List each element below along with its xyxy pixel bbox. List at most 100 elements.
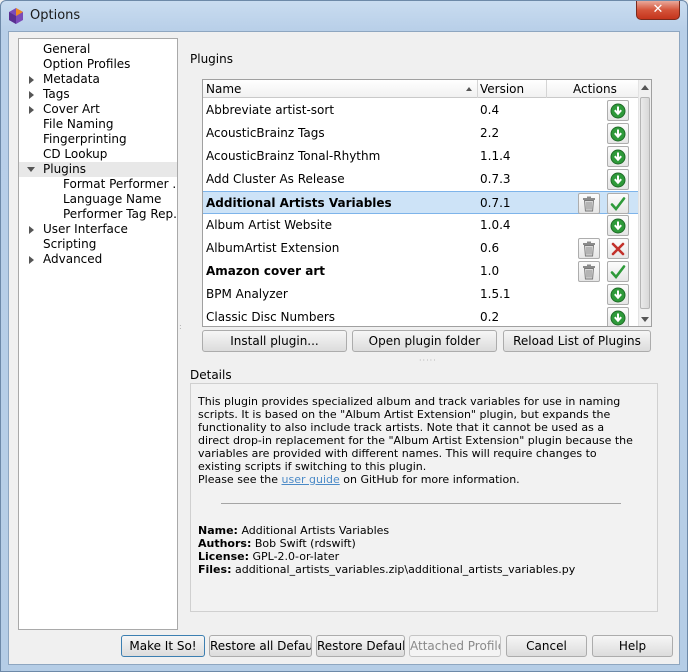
plugin-row[interactable]: Amazon cover art 1.0 bbox=[203, 260, 638, 283]
help-button[interactable]: Help bbox=[592, 635, 673, 657]
download-icon bbox=[610, 287, 626, 306]
details-panel: This plugin provides specialized album a… bbox=[190, 383, 658, 612]
plugin-name: AlbumArtist Extension bbox=[206, 241, 340, 255]
plugin-name: BPM Analyzer bbox=[206, 287, 288, 301]
trash-icon bbox=[582, 196, 596, 215]
cross-icon bbox=[610, 241, 626, 260]
plugin-row[interactable]: Classic Disc Numbers 0.2 bbox=[203, 306, 638, 326]
tree-item-label: Fingerprinting bbox=[43, 132, 127, 146]
table-header: Name Version Actions bbox=[203, 80, 638, 98]
tree-item-label: File Naming bbox=[43, 117, 114, 131]
attached-profiles-button: Attached Profiles bbox=[409, 635, 501, 657]
details-section-label: Details bbox=[190, 368, 232, 382]
options-window: Options ✕ General Option Profiles Metadata… bbox=[0, 0, 688, 672]
column-header-name[interactable]: Name bbox=[203, 80, 477, 98]
download-icon bbox=[610, 126, 626, 145]
plugin-row[interactable]: Additional Artists Variables 0.7.1 bbox=[203, 191, 638, 214]
meta-license: License: GPL-2.0-or-later bbox=[198, 550, 339, 563]
restore-all-defaults-button[interactable]: Restore all Defaults bbox=[209, 635, 312, 657]
tree-item-label: User Interface bbox=[43, 222, 128, 236]
cancel-button[interactable]: Cancel bbox=[506, 635, 587, 657]
restore-defaults-button[interactable]: Restore Defaults bbox=[316, 635, 405, 657]
meta-authors-value: Bob Swift (rdswift) bbox=[251, 537, 356, 550]
download-icon bbox=[610, 218, 626, 237]
plugin-row[interactable]: Abbreviate artist-sort 0.4 bbox=[203, 99, 638, 122]
plugin-version: 1.1.4 bbox=[480, 149, 511, 163]
collapse-arrow-icon[interactable] bbox=[29, 106, 34, 114]
user-guide-link[interactable]: user guide bbox=[282, 473, 340, 486]
plugin-row[interactable]: AcousticBrainz Tags 2.2 bbox=[203, 122, 638, 145]
enable-plugin-button[interactable] bbox=[607, 238, 629, 259]
collapse-arrow-icon[interactable] bbox=[29, 91, 34, 99]
window-title: Options bbox=[30, 8, 81, 23]
column-header-actions[interactable]: Actions bbox=[570, 80, 638, 98]
tree-item-label: Tags bbox=[43, 87, 70, 101]
options-tree[interactable]: General Option Profiles Metadata Tags Cover … bbox=[18, 38, 178, 630]
meta-name-value: Additional Artists Variables bbox=[237, 524, 390, 537]
plugin-row[interactable]: AcousticBrainz Tonal-Rhythm 1.1.4 bbox=[203, 145, 638, 168]
meta-authors: Authors: Bob Swift (rdswift) bbox=[198, 537, 356, 550]
tree-item-plugins[interactable]: Plugins bbox=[19, 162, 177, 177]
plugin-version: 0.7.1 bbox=[480, 196, 511, 210]
collapse-arrow-icon[interactable] bbox=[29, 226, 34, 234]
close-button[interactable]: ✕ bbox=[636, 1, 680, 20]
make-it-so-button[interactable]: Make It So! bbox=[121, 635, 205, 657]
download-icon bbox=[610, 172, 626, 191]
title-bar[interactable]: Options ✕ bbox=[1, 1, 687, 31]
uninstall-trash-button[interactable] bbox=[578, 261, 600, 282]
scrollbar-thumb[interactable] bbox=[640, 97, 650, 309]
reload-plugins-button[interactable]: Reload List of Plugins bbox=[503, 330, 651, 352]
install-plugin-row-button[interactable] bbox=[607, 146, 629, 167]
uninstall-trash-button[interactable] bbox=[578, 238, 600, 259]
install-plugin-row-button[interactable] bbox=[607, 307, 629, 326]
plugin-name: Abbreviate artist-sort bbox=[206, 103, 335, 117]
plugin-version: 1.0.4 bbox=[480, 218, 511, 232]
disable-plugin-button[interactable] bbox=[607, 261, 629, 282]
install-plugin-row-button[interactable] bbox=[607, 123, 629, 144]
plugin-row[interactable]: AlbumArtist Extension 0.6 bbox=[203, 237, 638, 260]
plugin-row[interactable]: Album Artist Website 1.0.4 bbox=[203, 214, 638, 237]
tree-item-label: Performer Tag Rep... bbox=[63, 207, 178, 221]
tree-item-label: Option Profiles bbox=[43, 57, 131, 71]
tree-splitter-handle[interactable]: : bbox=[179, 322, 183, 331]
plugin-name: AcousticBrainz Tags bbox=[206, 126, 325, 140]
plugin-row[interactable]: Add Cluster As Release 0.7.3 bbox=[203, 168, 638, 191]
meta-name-label: Name: bbox=[198, 524, 238, 537]
collapse-arrow-icon[interactable] bbox=[29, 256, 34, 264]
column-header-version[interactable]: Version bbox=[477, 80, 545, 98]
plugins-vertical-scrollbar[interactable] bbox=[638, 80, 651, 326]
download-icon bbox=[610, 310, 626, 326]
trash-icon bbox=[582, 264, 596, 283]
open-plugin-folder-button[interactable]: Open plugin folder bbox=[352, 330, 497, 352]
install-plugin-row-button[interactable] bbox=[607, 284, 629, 305]
tree-item-label: Format Performer ... bbox=[63, 177, 178, 191]
plugin-name: Album Artist Website bbox=[206, 218, 333, 232]
meta-authors-label: Authors: bbox=[198, 537, 252, 550]
plugin-version: 0.2 bbox=[480, 310, 500, 324]
plugin-row[interactable]: BPM Analyzer 1.5.1 bbox=[203, 283, 638, 306]
scroll-down-icon[interactable] bbox=[641, 317, 649, 322]
install-plugin-row-button[interactable] bbox=[607, 169, 629, 190]
plugins-table[interactable]: Name Version Actions Abbreviate artist-s… bbox=[202, 79, 652, 327]
tree-item-label: Advanced bbox=[43, 252, 103, 266]
install-plugin-button[interactable]: Install plugin... bbox=[202, 330, 347, 352]
details-divider bbox=[221, 503, 621, 504]
plugin-name: Classic Disc Numbers bbox=[206, 310, 336, 324]
user-guide-line: Please see the user guide on GitHub for … bbox=[198, 473, 638, 486]
collapse-arrow-icon[interactable] bbox=[29, 76, 34, 84]
scroll-up-icon[interactable] bbox=[641, 85, 649, 90]
sort-ascending-icon bbox=[466, 87, 472, 91]
download-icon bbox=[610, 103, 626, 122]
download-icon bbox=[610, 149, 626, 168]
install-plugin-row-button[interactable] bbox=[607, 215, 629, 236]
expand-arrow-icon[interactable] bbox=[27, 167, 35, 172]
trash-icon bbox=[582, 241, 596, 260]
disable-plugin-button[interactable] bbox=[607, 193, 629, 214]
install-plugin-row-button[interactable] bbox=[607, 100, 629, 121]
splitter-handle[interactable]: ····· bbox=[419, 356, 437, 365]
uninstall-trash-button[interactable] bbox=[578, 193, 600, 214]
tree-item-label: Cover Art bbox=[43, 102, 100, 116]
tree-item-label: Scripting bbox=[43, 237, 97, 251]
meta-license-value: GPL-2.0-or-later bbox=[249, 550, 340, 563]
tree-item-label: Plugins bbox=[43, 162, 86, 176]
